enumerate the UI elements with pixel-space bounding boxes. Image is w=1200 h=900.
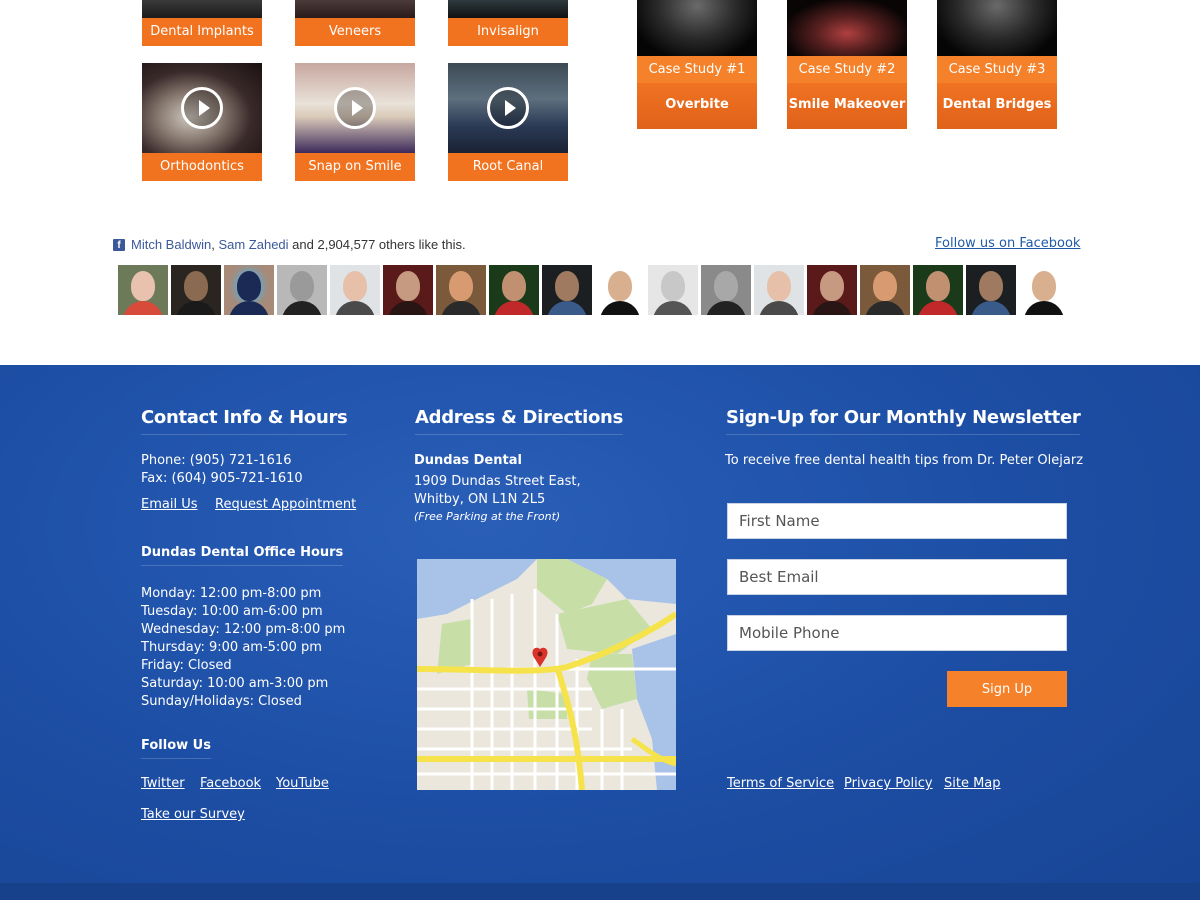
avatar[interactable] — [1019, 265, 1069, 315]
privacy-link[interactable]: Privacy Policy — [844, 776, 933, 791]
footer: Contact Info & Hours Phone: (905) 721-16… — [0, 365, 1200, 900]
fax-text: Fax: (604) 905-721-1610 — [141, 471, 303, 486]
mobile-phone-field[interactable] — [727, 615, 1067, 651]
location-map[interactable] — [417, 559, 676, 790]
avatar[interactable] — [118, 265, 168, 315]
play-icon[interactable] — [487, 87, 529, 129]
youtube-link[interactable]: YouTube — [276, 776, 329, 791]
office-hours-list: Monday: 12:00 pm-8:00 pm Tuesday: 10:00 … — [141, 585, 345, 711]
avatar[interactable] — [595, 265, 645, 315]
avatar[interactable] — [860, 265, 910, 315]
friend-link[interactable]: Sam Zahedi — [218, 237, 288, 252]
case-study-title: Dental Bridges — [937, 83, 1057, 129]
video-thumb-image — [448, 0, 568, 18]
request-appointment-link[interactable]: Request Appointment — [215, 497, 356, 512]
avatar[interactable] — [436, 265, 486, 315]
video-thumb-image — [142, 0, 262, 18]
office-hours-heading: Dundas Dental Office Hours — [141, 545, 344, 566]
twitter-link[interactable]: Twitter — [141, 776, 185, 791]
facebook-like-line: f Mitch Baldwin , Sam Zahedi and 2,904,5… — [113, 237, 466, 252]
avatar[interactable] — [330, 265, 380, 315]
likes-count-text: and 2,904,577 others like this. — [292, 237, 466, 252]
avatar[interactable] — [224, 265, 274, 315]
hours-monday: Monday: 12:00 pm-8:00 pm — [141, 586, 322, 601]
parking-note: (Free Parking at the Front) — [414, 510, 561, 523]
video-thumb-snap-on-smile[interactable]: Snap on Smile — [295, 63, 415, 181]
case-study-number: Case Study #2 — [787, 56, 907, 83]
video-label: Orthodontics — [142, 153, 262, 181]
street-address: 1909 Dundas Street East, — [414, 474, 581, 489]
video-thumb-invisalign[interactable]: Invisalign — [448, 0, 568, 46]
case-study-image — [937, 0, 1057, 56]
case-study-image — [637, 0, 757, 56]
facebook-link[interactable]: Facebook — [200, 776, 261, 791]
follow-facebook-link[interactable]: Follow us on Facebook — [935, 236, 1080, 251]
follow-us-heading: Follow Us — [141, 738, 211, 759]
case-study-1[interactable]: Case Study #1 Overbite — [637, 0, 757, 129]
play-icon[interactable] — [181, 87, 223, 129]
video-label: Invisalign — [448, 18, 568, 46]
page: Dental Implants Veneers Invisalign Ortho… — [0, 0, 1200, 900]
email-field[interactable] — [727, 559, 1067, 595]
newsletter-intro: To receive free dental health tips from … — [725, 453, 1084, 468]
video-label: Veneers — [295, 18, 415, 46]
avatar[interactable] — [754, 265, 804, 315]
case-study-title: Smile Makeover — [787, 83, 907, 129]
video-thumb-image — [295, 0, 415, 18]
separator: , — [211, 237, 215, 252]
hours-saturday: Saturday: 10:00 am-3:00 pm — [141, 676, 329, 691]
hours-thursday: Thursday: 9:00 am-5:00 pm — [141, 640, 322, 655]
case-study-3[interactable]: Case Study #3 Dental Bridges — [937, 0, 1057, 129]
case-study-number: Case Study #3 — [937, 56, 1057, 83]
first-name-field[interactable] — [727, 503, 1067, 539]
case-study-number: Case Study #1 — [637, 56, 757, 83]
video-label: Root Canal — [448, 153, 568, 181]
terms-link[interactable]: Terms of Service — [727, 776, 834, 791]
avatar[interactable] — [966, 265, 1016, 315]
sitemap-link[interactable]: Site Map — [944, 776, 1001, 791]
hours-wednesday: Wednesday: 12:00 pm-8:00 pm — [141, 622, 346, 637]
address-heading: Address & Directions — [415, 407, 623, 435]
footer-bottom-bar — [0, 883, 1200, 900]
case-study-2[interactable]: Case Study #2 Smile Makeover — [787, 0, 907, 129]
hours-friday: Friday: Closed — [141, 658, 232, 673]
avatar[interactable] — [489, 265, 539, 315]
avatar[interactable] — [807, 265, 857, 315]
video-thumb-dental-implants[interactable]: Dental Implants — [142, 0, 262, 46]
video-thumb-veneers[interactable]: Veneers — [295, 0, 415, 46]
avatar[interactable] — [542, 265, 592, 315]
video-thumb-orthodontics[interactable]: Orthodontics — [142, 63, 262, 181]
case-study-title: Overbite — [637, 83, 757, 129]
hours-tuesday: Tuesday: 10:00 am-6:00 pm — [141, 604, 323, 619]
contact-heading: Contact Info & Hours — [141, 407, 348, 435]
avatar[interactable] — [277, 265, 327, 315]
practice-name: Dundas Dental — [414, 453, 522, 468]
avatar[interactable] — [383, 265, 433, 315]
video-thumb-root-canal[interactable]: Root Canal — [448, 63, 568, 181]
video-label: Dental Implants — [142, 18, 262, 46]
map-graphic — [417, 559, 676, 790]
video-label: Snap on Smile — [295, 153, 415, 181]
email-us-link[interactable]: Email Us — [141, 497, 198, 512]
play-icon[interactable] — [334, 87, 376, 129]
facebook-icon[interactable]: f — [113, 238, 125, 251]
newsletter-heading: Sign-Up for Our Monthly Newsletter — [726, 407, 1081, 435]
city-address: Whitby, ON L1N 2L5 — [414, 492, 546, 507]
avatar[interactable] — [171, 265, 221, 315]
hours-sunday: Sunday/Holidays: Closed — [141, 694, 302, 709]
facebook-faces — [118, 265, 1073, 315]
phone-text: Phone: (905) 721-1616 — [141, 453, 292, 468]
case-study-image — [787, 0, 907, 56]
avatar[interactable] — [913, 265, 963, 315]
sign-up-button[interactable]: Sign Up — [947, 671, 1067, 707]
friend-link[interactable]: Mitch Baldwin — [131, 237, 211, 252]
avatar[interactable] — [648, 265, 698, 315]
avatar[interactable] — [701, 265, 751, 315]
survey-link[interactable]: Take our Survey — [141, 807, 245, 822]
